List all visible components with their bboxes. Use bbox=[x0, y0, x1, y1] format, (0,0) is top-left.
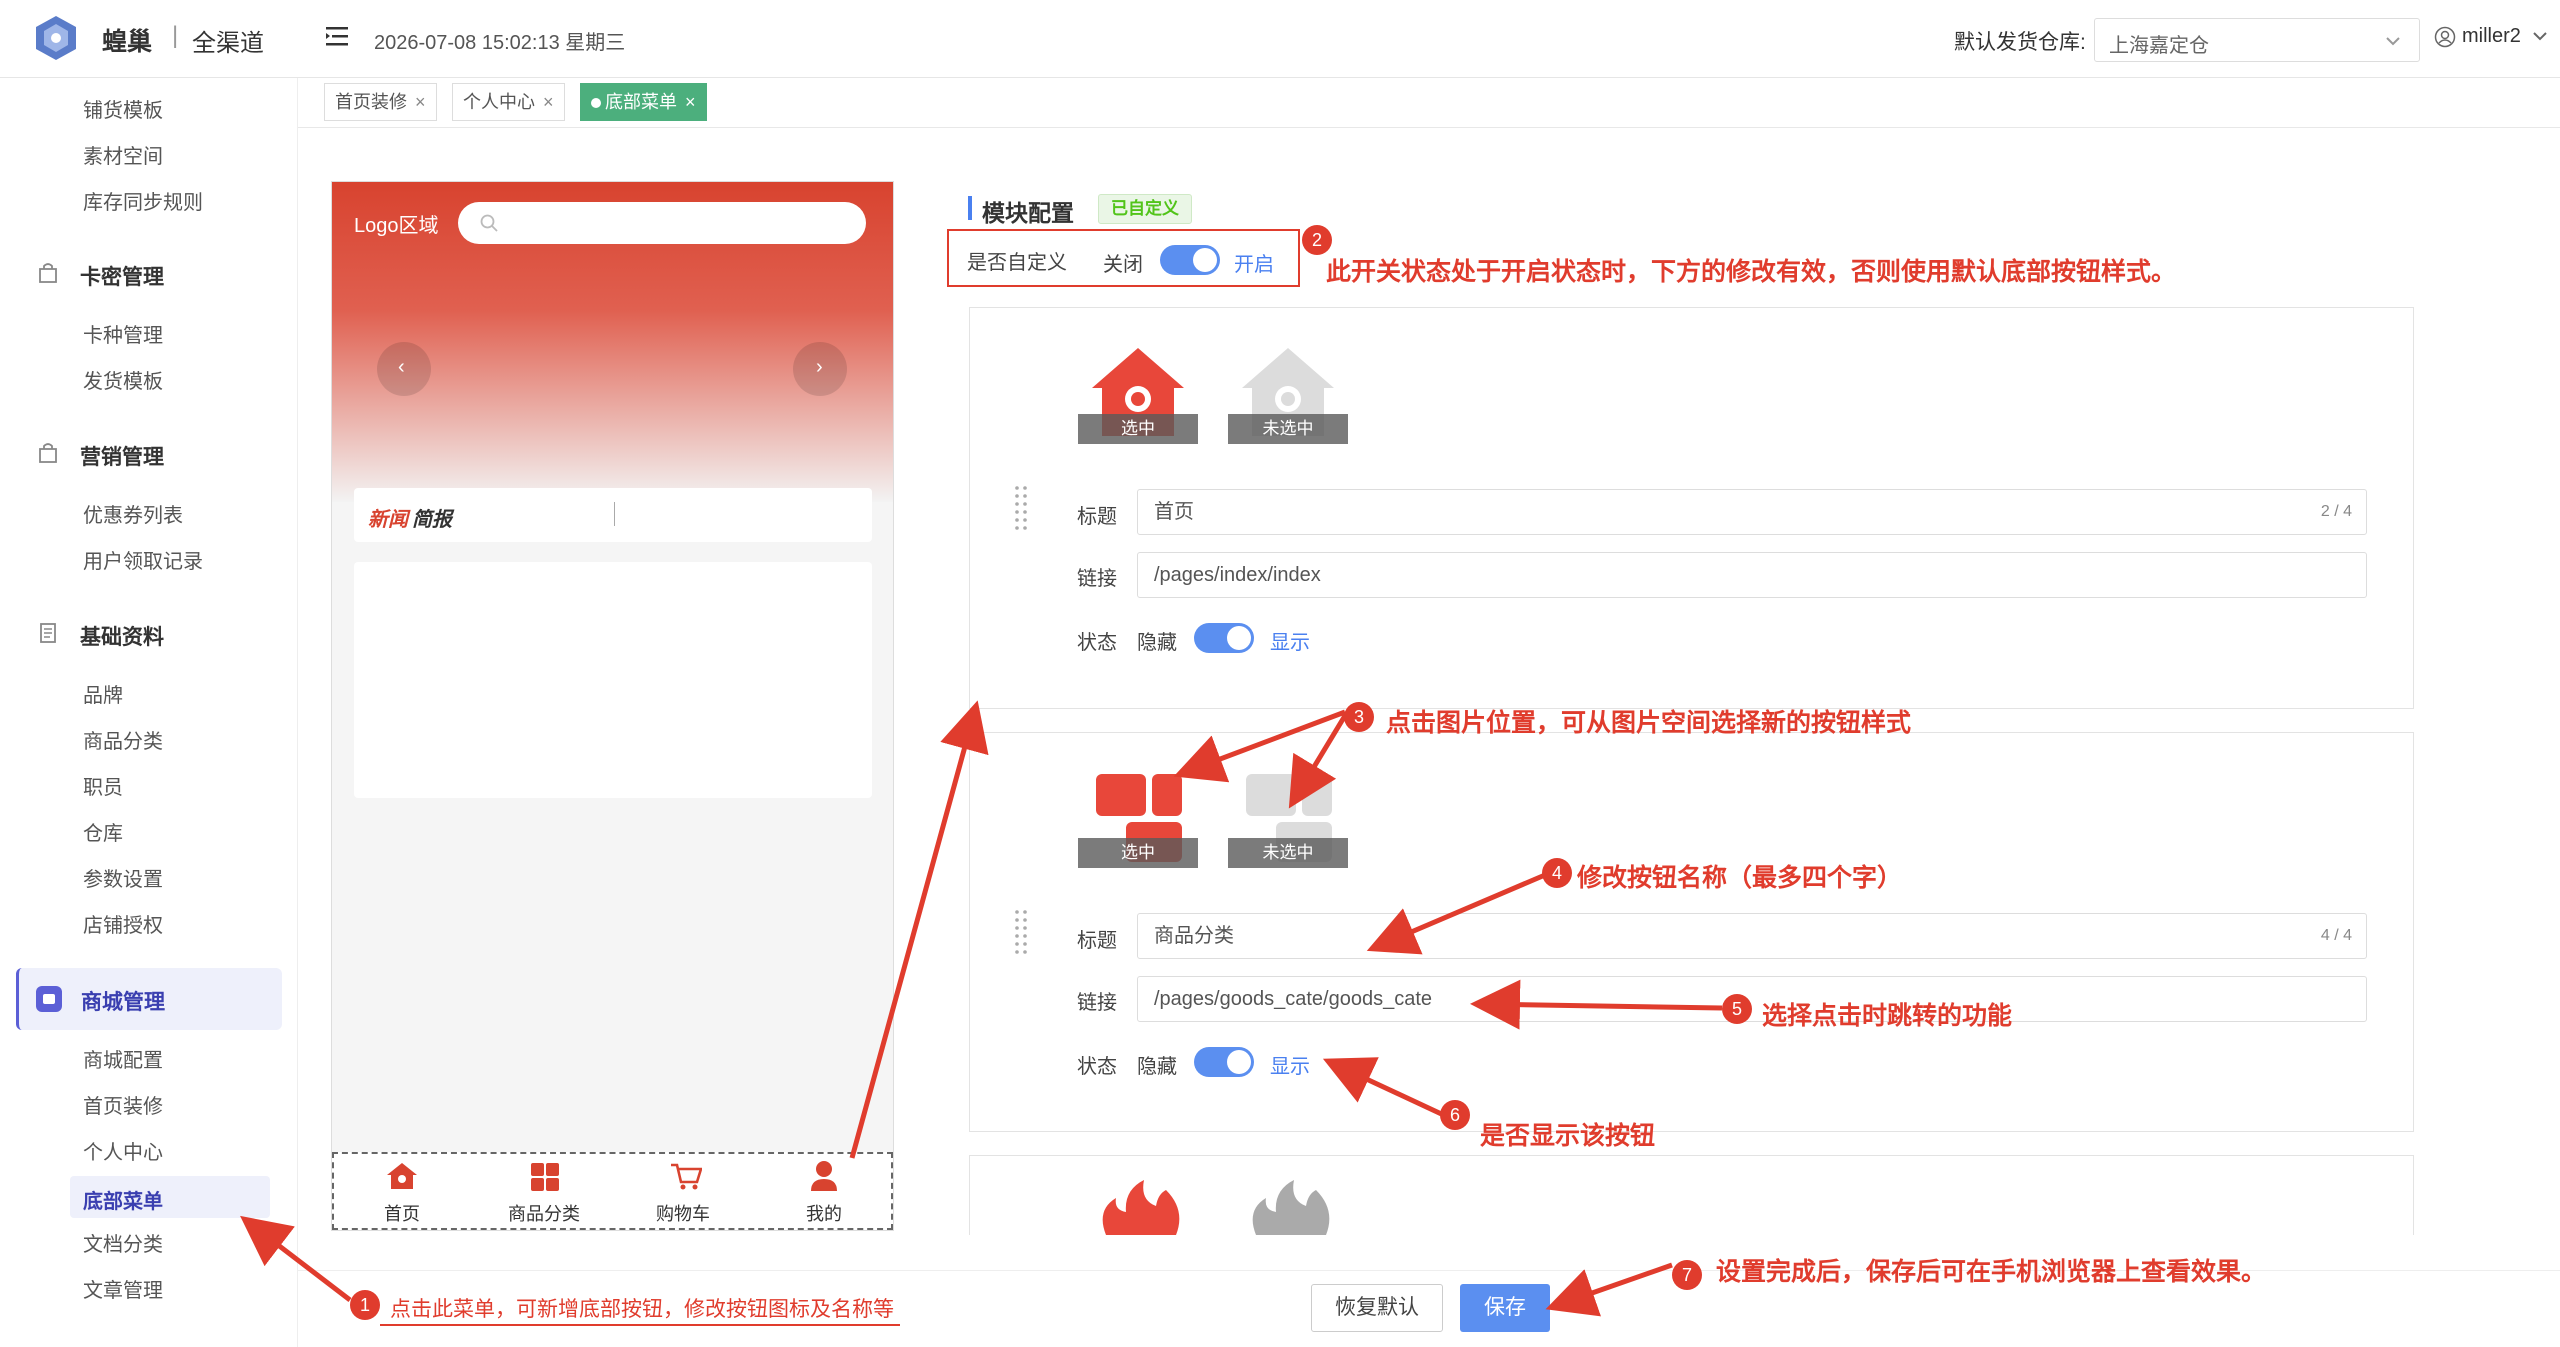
app-root: 蝗巢 | 全渠道 2026-07-08 15:02:13 星期三 默认发货仓库:… bbox=[0, 0, 2560, 1347]
annotation-number-1: 1 bbox=[350, 1290, 380, 1320]
annotation-text-5: 选择点击时跳转的功能 bbox=[1762, 1002, 2013, 1030]
annotation-number-2: 2 bbox=[1302, 225, 1332, 255]
arrow-5 bbox=[1470, 979, 1723, 1030]
annotation-text-4: 修改按钮名称（最多四个字） bbox=[1577, 864, 1903, 892]
annotation-number-5: 5 bbox=[1722, 994, 1752, 1024]
arrow-1b bbox=[849, 700, 989, 1159]
annotation-arrows bbox=[240, 700, 1723, 1326]
arrow-4 bbox=[1366, 872, 1546, 955]
annotation-text-6: 是否显示该按钮 bbox=[1480, 1122, 1656, 1150]
annotation-text-7: 设置完成后，保存后可在手机浏览器上查看效果。 bbox=[1716, 1258, 2267, 1286]
arrow-6 bbox=[1322, 1057, 1452, 1121]
arrow-3a bbox=[1173, 709, 1346, 783]
annotation-number-3: 3 bbox=[1344, 702, 1374, 732]
annotation-text-2: 此开关状态处于开启状态时，下方的修改有效，否则使用默认底部按钮样式。 bbox=[1326, 258, 2177, 286]
annotation-number-6: 6 bbox=[1440, 1100, 1470, 1130]
arrow-1a bbox=[240, 1215, 352, 1302]
annotation-text-3: 点击图片位置，可从图片空间选择新的按钮样式 bbox=[1386, 709, 1912, 737]
arrow-7 bbox=[1545, 1262, 1673, 1317]
annotation-text-1: 点击此菜单，可新增底部按钮，修改按钮图标及名称等 bbox=[390, 1298, 894, 1321]
annotation-number-4: 4 bbox=[1542, 858, 1572, 888]
annotation-number-7: 7 bbox=[1672, 1260, 1702, 1290]
